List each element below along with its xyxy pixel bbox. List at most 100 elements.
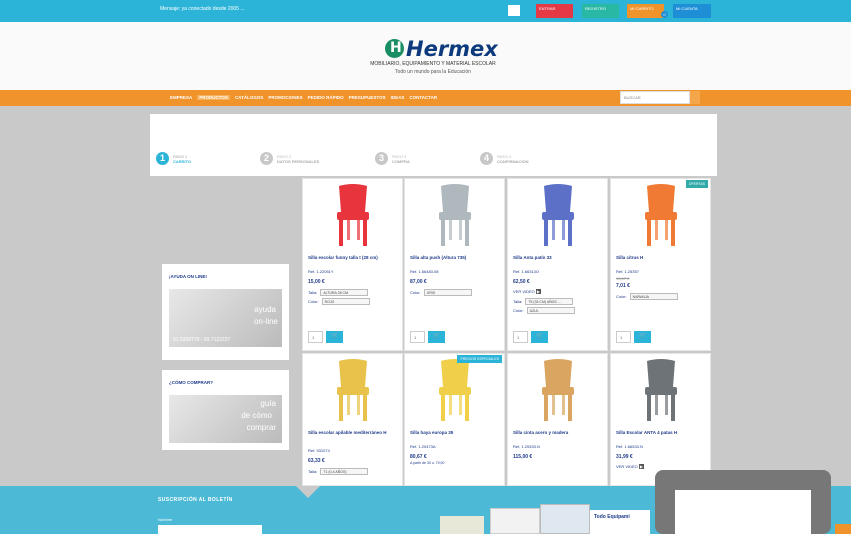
site-subtitle: MOBILIARIO, EQUIPAMIENTO Y MATERIAL ESCO…	[370, 61, 496, 67]
logo-icon[interactable]: H	[385, 39, 404, 58]
step-2: 2 PASO 2 DATOS PERSONALES	[260, 152, 319, 165]
cart-count-badge: 0	[661, 11, 668, 18]
product-image[interactable]	[508, 354, 607, 426]
how-to-buy-text-3: comprar	[246, 423, 276, 432]
add-to-cart-button[interactable]	[428, 331, 445, 343]
quantity-input[interactable]: 1	[410, 331, 425, 343]
option-1-select[interactable]: T5 (33 CM) AÑOS ...	[525, 298, 574, 305]
product-name[interactable]: Silla escolar funny talla t (28 cm)	[308, 255, 400, 261]
product-name[interactable]: Silla Escolar ANTA 4 patas H	[616, 430, 708, 436]
add-to-cart-button[interactable]	[326, 331, 343, 343]
logo-symbol: H	[390, 40, 402, 56]
newsletter-name-input[interactable]	[158, 525, 262, 534]
overlay-content[interactable]	[675, 490, 811, 534]
product-option-1: Talla: ALTURA 28 CM	[308, 289, 369, 296]
top-bar: Mensaje: ya conectado desde 2005 ... ENT…	[0, 0, 851, 22]
product-card[interactable]: Silla Anta patín 33 Ref. 1.66313O 62,50 € V…	[507, 178, 608, 351]
chair-icon	[336, 359, 369, 421]
option-2-label: Color:	[513, 308, 524, 313]
flag-icon[interactable]	[508, 5, 520, 16]
how-to-buy-text-1: guía	[260, 399, 276, 408]
product-image[interactable]	[611, 354, 710, 426]
product-name[interactable]: Silla alta push (Altura 735)	[410, 255, 502, 261]
product-card[interactable]: PRECIOS ESPECIALES Silla haya europa 35 Re…	[404, 353, 505, 486]
product-image[interactable]	[611, 179, 710, 251]
option-1-select[interactable]: GRIS	[423, 289, 472, 296]
view-video-link[interactable]: VER VIDEO ▶	[513, 289, 541, 294]
nav-item-presupuestos[interactable]: PRESUPUESTOS	[349, 95, 386, 100]
how-to-buy-image[interactable]: guía de cómo comprar	[169, 395, 282, 443]
nav-item-empresa[interactable]: EMPRESA	[170, 95, 192, 100]
add-to-cart-button[interactable]	[531, 331, 548, 343]
nav-item-productos[interactable]: PRODUCTOS	[197, 95, 230, 100]
catalog-thumb-2[interactable]	[490, 508, 540, 534]
corner-tab[interactable]	[835, 524, 851, 534]
product-option-2: Color: AZUL	[513, 307, 575, 314]
product-card[interactable]: Silla alta push (Altura 735) Ref. 1.66483…	[404, 178, 505, 351]
view-video-link[interactable]: VER VIDEO ▶	[616, 464, 644, 469]
product-card[interactable]: Silla Escolar ANTA 4 patas H Ref. 1.66533…	[610, 353, 711, 486]
option-2-label: Color:	[308, 299, 319, 304]
product-image[interactable]	[303, 179, 402, 251]
product-card[interactable]: Silla escolar apilable mediterráneo H Ref…	[302, 353, 403, 486]
product-image[interactable]	[405, 354, 504, 426]
product-price: 63,33 €	[308, 458, 325, 464]
option-2-select[interactable]: AZUL	[526, 307, 575, 314]
product-image[interactable]	[303, 354, 402, 426]
option-1-select[interactable]: ALTURA 28 CM	[320, 289, 369, 296]
product-card[interactable]: Silla escolar funny talla t (28 cm) Ref. …	[302, 178, 403, 351]
main-nav: EMPRESA PRODUCTOS CATÁLOGOS PROMOCIONES …	[0, 90, 851, 106]
nav-item-catalogos[interactable]: CATÁLOGOS	[235, 95, 263, 100]
product-option-1: Talla: T5 (33 CM) AÑOS ...	[513, 298, 574, 305]
nav-item-ideas[interactable]: IDEAS	[391, 95, 405, 100]
add-to-cart-button[interactable]	[634, 331, 651, 343]
product-badge: PRECIOS ESPECIALES	[457, 355, 502, 363]
product-name[interactable]: Silla cinta acero y madera	[513, 430, 605, 436]
step-4-number: 4	[480, 152, 493, 165]
nav-item-contactar[interactable]: CONTACTAR	[409, 95, 437, 100]
option-2-select[interactable]: ROJO	[321, 298, 370, 305]
step-1-label: CARRITO	[173, 158, 192, 164]
product-name[interactable]: Silla haya europa 35	[410, 430, 502, 436]
option-1-label: Talla:	[308, 290, 318, 295]
my-cart-button[interactable]: MI CARRITO	[627, 4, 664, 18]
nav-item-promociones[interactable]: PROMOCIONES	[268, 95, 302, 100]
product-card[interactable]: OFERTAS Silla citrus H Ref. 1.25357 15,57 €…	[610, 178, 711, 351]
step-4-label: CONFIRMACIÓN	[497, 158, 529, 164]
product-name[interactable]: Silla Anta patín 33	[513, 255, 605, 261]
how-to-buy-box[interactable]: ¿CÓMO COMPRAR? guía de cómo comprar	[162, 370, 289, 450]
step-4: 4 PASO 4 CONFIRMACIÓN	[480, 152, 529, 165]
quantity-input[interactable]: 1	[616, 331, 631, 343]
catalog-thumb-1[interactable]	[440, 516, 484, 534]
login-button[interactable]: ENTRAR	[536, 4, 573, 18]
catalog-thumb-3[interactable]	[540, 504, 590, 534]
option-1-select[interactable]: NARANJA	[629, 293, 678, 300]
catalog-banner-text[interactable]: Todo Equipami	[590, 510, 650, 534]
checkout-steps-panel	[150, 114, 717, 176]
product-old-price: 15,57 €	[616, 276, 630, 281]
help-online-image[interactable]: ayuda on-line 91 5308779 - 93 7122227	[169, 289, 282, 347]
product-ref: Ref. 1.22051Y	[308, 269, 334, 274]
product-ref: Ref. 931074	[308, 448, 330, 453]
product-ref: Ref. 1.25357	[616, 269, 639, 274]
option-1-label: Talla:	[308, 469, 318, 474]
product-image[interactable]	[508, 179, 607, 251]
my-account-button[interactable]: MI CUENTA	[673, 4, 711, 18]
help-online-box[interactable]: ¡AYUDA ON LINE! ayuda on-line 91 5308779…	[162, 264, 289, 360]
product-card[interactable]: Silla cinta acero y madera Ref. 1.20533.N…	[507, 353, 608, 486]
product-name[interactable]: Silla citrus H	[616, 255, 708, 261]
search-input[interactable]: BUSCAR	[620, 91, 690, 104]
option-1-select[interactable]: T1 (0-4 AÑOS)	[320, 468, 369, 475]
product-name[interactable]: Silla escolar apilable mediterráneo H	[308, 430, 400, 436]
newsletter-name-label: Nombre	[158, 517, 173, 522]
site-logo[interactable]: Hermex	[406, 37, 498, 61]
quantity-input[interactable]: 1	[513, 331, 528, 343]
nav-item-pedido-rapido[interactable]: PEDIDO RÁPIDO	[308, 95, 344, 100]
search-button[interactable]	[690, 91, 700, 104]
view-video-label: VER VIDEO	[616, 464, 638, 469]
quantity-input[interactable]: 1	[308, 331, 323, 343]
step-1-number: 1	[156, 152, 169, 165]
product-image[interactable]	[405, 179, 504, 251]
register-button[interactable]: REGISTRO	[582, 4, 619, 18]
welcome-text: Mensaje: ya conectado desde 2005 ...	[160, 6, 245, 12]
